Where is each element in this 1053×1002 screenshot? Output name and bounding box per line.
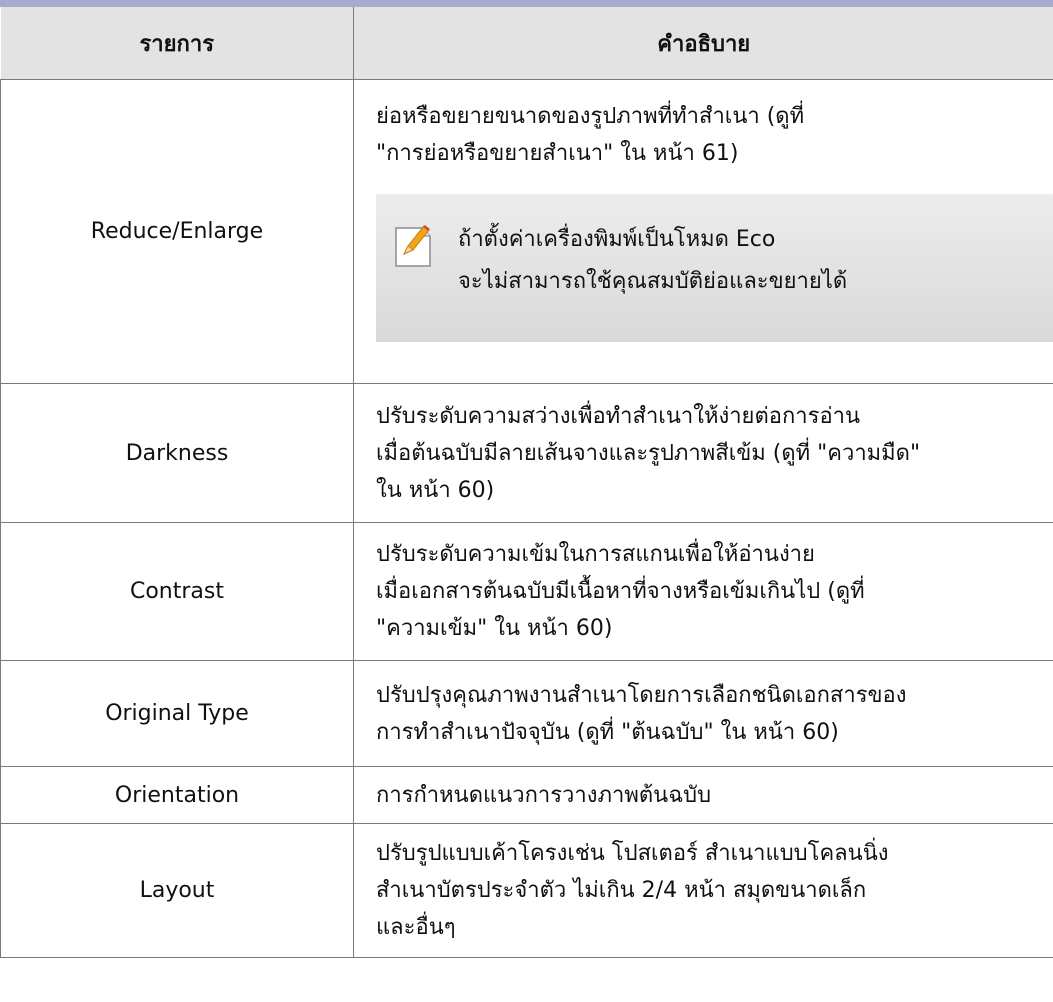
item-description: ย่อหรือขยายขนาดของรูปภาพที่ทำสำเนา (ดูที… <box>353 79 1053 384</box>
description-line: ปรับระดับความสว่างเพื่อทำสำเนาให้ง่ายต่อ… <box>376 403 861 429</box>
description-line: สำเนาบัตรประจำตัว ไม่เกิน 2/4 หน้า สมุดข… <box>376 878 867 903</box>
description-line: ใน หน้า 60) <box>376 477 495 503</box>
description-line: ปรับปรุงคุณภาพงานสำเนาโดยการเลือกชนิดเอก… <box>376 682 907 708</box>
description-line: เมื่อต้นฉบับมีลายเส้นจางและรูปภาพสีเข้ม … <box>376 440 921 466</box>
column-header-item: รายการ <box>0 7 354 80</box>
item-name-reduce-enlarge: Reduce/Enlarge <box>0 79 354 384</box>
column-header-description: คำอธิบาย <box>353 7 1053 80</box>
table-header-row: รายการ คำอธิบาย <box>0 7 1053 80</box>
item-name-contrast: Contrast <box>0 522 354 661</box>
table-row: Darkness ปรับระดับความสว่างเพื่อทำสำเนาใ… <box>0 383 1053 523</box>
table-row: Orientation การกำหนดแนวการวางภาพต้นฉบับ <box>0 766 1053 824</box>
item-description: ปรับระดับความสว่างเพื่อทำสำเนาให้ง่ายต่อ… <box>353 383 1053 523</box>
table-row: Contrast ปรับระดับความเข้มในการสแกนเพื่อ… <box>0 522 1053 661</box>
description-line: เมื่อเอกสารต้นฉบับมีเนื้อหาที่จางหรือเข้… <box>376 579 865 604</box>
table-row: Original Type ปรับปรุงคุณภาพงานสำเนาโดยก… <box>0 660 1053 767</box>
item-name-orientation: Orientation <box>0 766 354 824</box>
item-description: การกำหนดแนวการวางภาพต้นฉบับ <box>353 766 1053 824</box>
note-line: ถ้าตั้งค่าเครื่องพิมพ์เป็นโหมด Eco <box>458 227 776 252</box>
description-line: และอื่นๆ <box>376 915 456 940</box>
item-description: ปรับปรุงคุณภาพงานสำเนาโดยการเลือกชนิดเอก… <box>353 660 1053 767</box>
description-line: ปรับระดับความเข้มในการสแกนเพื่อให้อ่านง่… <box>376 542 815 567</box>
item-description: ปรับรูปแบบเค้าโครงเช่น โปสเตอร์ สำเนาแบบ… <box>353 823 1053 958</box>
item-description: ปรับระดับความเข้มในการสแกนเพื่อให้อ่านง่… <box>353 522 1053 661</box>
item-name-darkness: Darkness <box>0 383 354 523</box>
description-line: "ความเข้ม" ใน หน้า 60) <box>376 616 613 641</box>
note-pencil-icon <box>394 222 432 268</box>
table-row: Layout ปรับรูปแบบเค้าโครงเช่น โปสเตอร์ ส… <box>0 823 1053 958</box>
note-line: จะไม่สามารถใช้คุณสมบัติย่อและขยายได้ <box>458 269 848 294</box>
item-name-original-type: Original Type <box>0 660 354 767</box>
table-row: Reduce/Enlarge ย่อหรือขยายขนาดของรูปภาพท… <box>0 79 1053 384</box>
settings-table: รายการ คำอธิบาย Reduce/Enlarge ย่อหรือขย… <box>0 7 1053 958</box>
top-accent-bar <box>0 0 1053 7</box>
description-line: การกำหนดแนวการวางภาพต้นฉบับ <box>376 782 712 808</box>
description-line: "การย่อหรือขยายสำเนา" ใน หน้า 61) <box>376 141 739 166</box>
description-line: ปรับรูปแบบเค้าโครงเช่น โปสเตอร์ สำเนาแบบ… <box>376 841 889 866</box>
note-box: ถ้าตั้งค่าเครื่องพิมพ์เป็นโหมด Eco จะไม่… <box>376 194 1053 342</box>
description-line: ย่อหรือขยายขนาดของรูปภาพที่ทำสำเนา (ดูที… <box>376 104 805 129</box>
item-name-layout: Layout <box>0 823 354 958</box>
description-line: การทำสำเนาปัจจุบัน (ดูที่ "ต้นฉบับ" ใน ห… <box>376 719 839 745</box>
